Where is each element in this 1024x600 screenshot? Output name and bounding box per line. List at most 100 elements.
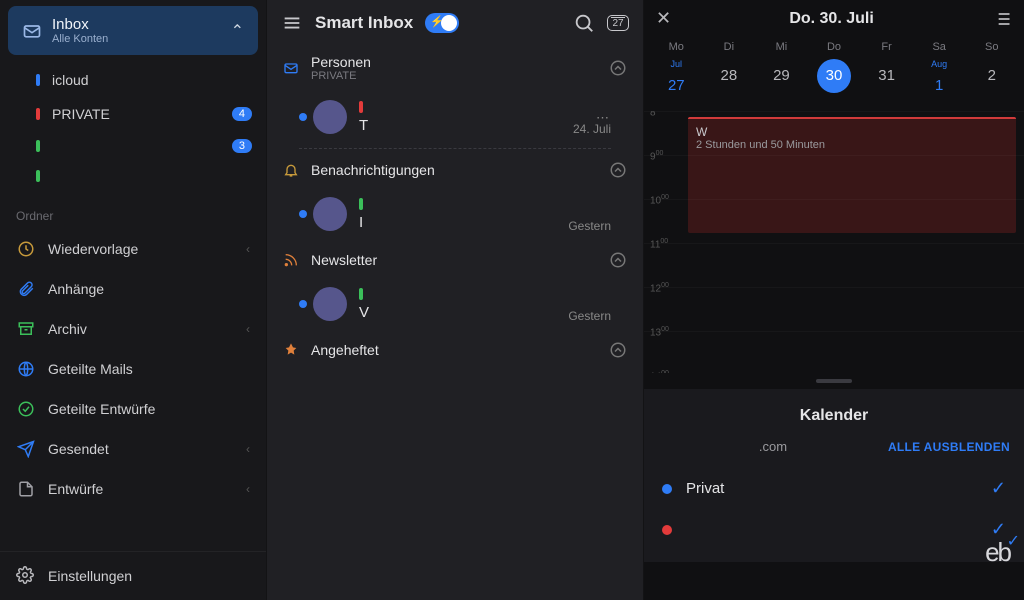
clip-icon xyxy=(16,279,36,299)
calendar-list-item[interactable]: ✓ xyxy=(658,509,1010,550)
chevron-left-icon: ‹ xyxy=(246,482,250,496)
list-view-icon[interactable] xyxy=(992,9,1012,29)
folder-item[interactable]: Archiv‹ xyxy=(0,309,266,349)
collapse-icon[interactable] xyxy=(609,161,627,179)
unread-dot xyxy=(299,300,307,308)
day-cell[interactable]: So2 xyxy=(965,41,1018,103)
group-title: Personen xyxy=(311,54,599,70)
list-title: Smart Inbox xyxy=(315,13,413,33)
folder-item[interactable]: Geteilte Mails xyxy=(0,349,266,389)
hour-row: 800 xyxy=(644,111,1024,155)
folder-label: Anhänge xyxy=(48,281,104,297)
calendar-panel-title: Kalender xyxy=(658,407,1010,425)
account-item[interactable] xyxy=(0,161,266,191)
collapse-icon[interactable] xyxy=(609,251,627,269)
calendar-list-panel: Kalender .com ALLE AUSBLENDEN Privat✓✓ xyxy=(644,389,1024,562)
hamburger-icon[interactable] xyxy=(281,12,303,34)
unread-dot xyxy=(299,210,307,218)
weekday-label: Mo xyxy=(650,41,703,53)
message-date: Gestern xyxy=(568,219,611,233)
rss-icon xyxy=(283,252,301,268)
inbox-icon xyxy=(22,21,42,41)
collapse-icon[interactable] xyxy=(609,341,627,359)
smart-inbox-toggle[interactable]: ⚡ xyxy=(425,13,459,33)
group-header[interactable]: Angeheftet xyxy=(283,341,627,359)
weekday-label: Sa xyxy=(913,41,966,53)
inbox-subtitle: Alle Konten xyxy=(52,33,231,45)
day-cell[interactable]: Di 28 xyxy=(703,41,756,103)
weekday-label: Mi xyxy=(755,41,808,53)
folder-label: Geteilte Mails xyxy=(48,361,133,377)
day-number: 27 xyxy=(659,69,693,103)
day-cell[interactable]: Mo Jul27 xyxy=(650,41,703,103)
gear-icon xyxy=(16,566,36,586)
message-item[interactable]: VGestern xyxy=(283,269,627,329)
folder-item[interactable]: Geteilte Entwürfe xyxy=(0,389,266,429)
inbox-header[interactable]: Inbox Alle Konten ⌃ xyxy=(8,6,258,55)
hour-row: 1200 xyxy=(644,287,1024,331)
unread-badge: 4 xyxy=(232,107,252,121)
folder-label: Gesendet xyxy=(48,441,109,457)
folder-item[interactable]: Anhänge xyxy=(0,269,266,309)
collapse-icon[interactable] xyxy=(609,59,627,77)
chevron-left-icon: ‹ xyxy=(246,322,250,336)
hide-all-button[interactable]: ALLE AUSBLENDEN xyxy=(888,440,1010,454)
group-title: Newsletter xyxy=(311,252,599,268)
avatar xyxy=(313,100,347,134)
message-date: Gestern xyxy=(568,309,611,323)
account-color-indicator xyxy=(36,140,40,152)
send-icon xyxy=(16,439,36,459)
folder-item[interactable]: Gesendet‹ xyxy=(0,429,266,469)
hour-row: 1000 xyxy=(644,199,1024,243)
hour-label: 800 xyxy=(650,111,663,118)
message-item[interactable]: T⋯24. Juli xyxy=(283,82,627,142)
settings-label: Einstellungen xyxy=(48,568,132,584)
message-item[interactable]: IGestern xyxy=(283,179,627,239)
account-bar xyxy=(359,198,363,210)
group-header[interactable]: PersonenPRIVATE xyxy=(283,54,627,82)
hour-label: 1200 xyxy=(650,282,669,294)
clock-icon xyxy=(16,239,36,259)
message-list-pane: Smart Inbox ⚡ 27 PersonenPRIVATET⋯24. Ju… xyxy=(266,0,644,600)
close-icon[interactable]: ✕ xyxy=(656,8,671,29)
folder-item[interactable]: Entwürfe‹ xyxy=(0,469,266,509)
weekday-label: Di xyxy=(703,41,756,53)
drag-handle[interactable] xyxy=(816,379,852,383)
search-icon[interactable] xyxy=(573,12,595,34)
group-header[interactable]: Benachrichtigungen xyxy=(283,161,627,179)
share-icon xyxy=(16,359,36,379)
calendar-color-dot xyxy=(662,484,672,494)
day-cell[interactable]: Fr31 xyxy=(860,41,913,103)
settings-button[interactable]: Einstellungen xyxy=(0,551,266,600)
group-header[interactable]: Newsletter xyxy=(283,251,627,269)
bell-icon xyxy=(283,162,301,178)
account-item[interactable]: 3 xyxy=(0,131,266,161)
calendar-list-item[interactable]: Privat✓ xyxy=(658,468,1010,509)
day-cell[interactable]: SaAug1 xyxy=(913,41,966,103)
day-number: 30 xyxy=(817,59,851,93)
chevron-up-icon[interactable]: ⌃ xyxy=(231,21,244,41)
account-name: icloud xyxy=(52,72,89,88)
brand-logo: eb✓ xyxy=(985,537,1010,568)
draft-icon xyxy=(16,479,36,499)
hour-row: 1100 xyxy=(644,243,1024,287)
avatar xyxy=(313,197,347,231)
inbox-title: Inbox xyxy=(52,16,231,33)
chevron-left-icon: ‹ xyxy=(246,242,250,256)
account-item[interactable]: PRIVATE 4 xyxy=(0,97,266,131)
day-cell[interactable]: Mi29 xyxy=(755,41,808,103)
hour-label: 1000 xyxy=(650,194,669,206)
calendar-source: .com xyxy=(658,439,888,454)
month-label: Jul xyxy=(650,59,703,69)
avatar xyxy=(313,287,347,321)
day-number: 28 xyxy=(712,59,746,93)
day-number: 2 xyxy=(975,59,1009,93)
day-cell[interactable]: Do30 xyxy=(808,41,861,103)
calendar-icon[interactable]: 27 xyxy=(607,15,629,31)
account-name: PRIVATE xyxy=(52,106,110,122)
group-title: Angeheftet xyxy=(311,342,599,358)
calendar-color-dot xyxy=(662,525,672,535)
account-item[interactable]: icloud xyxy=(0,63,266,97)
calendar-date: Do. 30. Juli xyxy=(671,10,992,28)
folder-item[interactable]: Wiedervorlage‹ xyxy=(0,229,266,269)
